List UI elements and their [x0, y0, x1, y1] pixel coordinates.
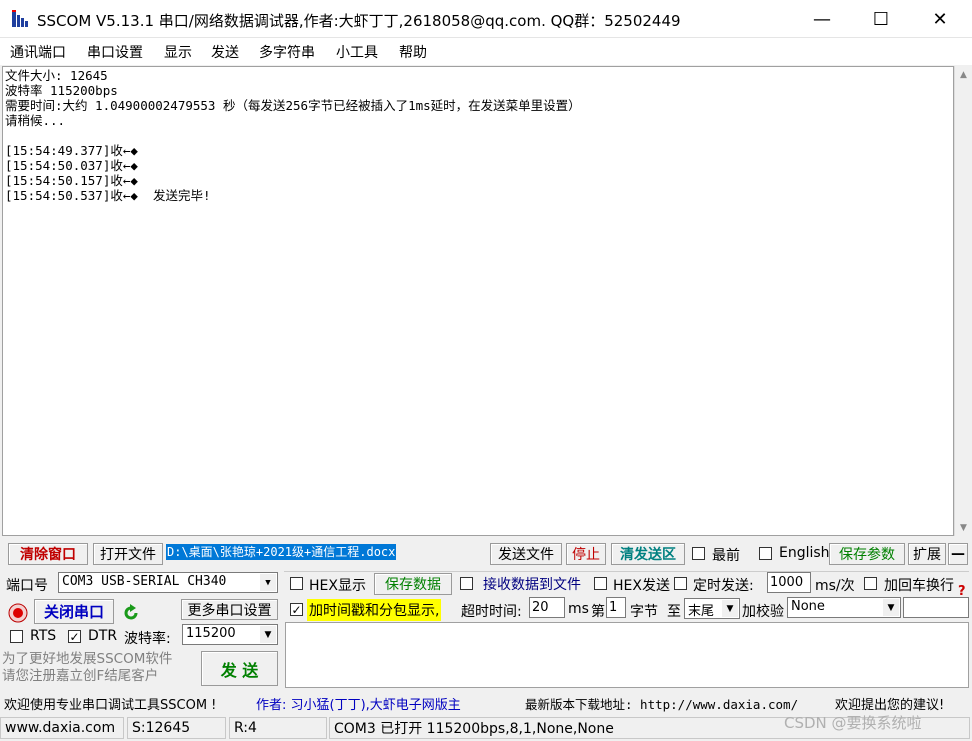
receive-text: 文件大小: 12645 波特率 115200bps 需要时间:大约 1.0490… — [5, 68, 581, 203]
port-select[interactable]: COM3 USB-SERIAL CH340 ▼ — [58, 572, 278, 593]
help-icon[interactable]: ? — [958, 584, 970, 599]
chevron-down-icon: ▼ — [260, 574, 276, 591]
checksum-label: 加校验 — [742, 604, 784, 620]
append-crlf-label: 加回车换行 — [884, 578, 954, 594]
byte-prefix-label: 第 — [591, 604, 605, 620]
feedback-text: 欢迎提出您的建议! — [835, 698, 945, 713]
baud-select[interactable]: 115200 ▼ — [182, 624, 278, 645]
hex-send-label: HEX发送 — [613, 578, 670, 594]
hex-display-label: HEX显示 — [309, 578, 366, 594]
timestamp-checkbox[interactable]: ✓ — [290, 603, 303, 616]
timed-unit-label: ms/次 — [815, 578, 855, 594]
dtr-checkbox[interactable]: ✓ — [68, 630, 81, 643]
save-data-button[interactable]: 保存数据 — [374, 573, 452, 595]
chevron-down-icon: ▼ — [260, 626, 276, 643]
app-icon — [12, 10, 28, 27]
receive-area[interactable]: 文件大小: 12645 波特率 115200bps 需要时间:大约 1.0490… — [2, 66, 954, 536]
author-link[interactable]: 作者: 习小猛(丁丁),大虾电子网版主 — [256, 694, 461, 713]
menu-multi-string[interactable]: 多字符串 — [259, 42, 315, 62]
rts-checkbox[interactable] — [10, 630, 23, 643]
topmost-label: 最前 — [712, 548, 740, 564]
english-checkbox[interactable] — [759, 547, 772, 560]
minimize-button[interactable]: — — [793, 0, 851, 38]
window-title: SSCOM V5.13.1 串口/网络数据调试器,作者:大虾丁丁,2618058… — [37, 12, 681, 30]
menu-help[interactable]: 帮助 — [399, 42, 427, 62]
refresh-icon[interactable] — [121, 603, 141, 623]
send-text-area[interactable] — [285, 622, 969, 688]
open-file-button[interactable]: 打开文件 — [93, 543, 163, 565]
close-port-button[interactable]: 关闭串口 — [34, 599, 114, 624]
end-select[interactable]: 末尾 ▼ — [684, 598, 740, 619]
topmost-checkbox[interactable] — [692, 547, 705, 560]
end-value: 末尾 — [688, 604, 715, 619]
append-crlf-checkbox[interactable] — [864, 577, 877, 590]
send-file-button[interactable]: 发送文件 — [490, 543, 562, 565]
expand-button[interactable]: 扩展 — [908, 543, 946, 565]
chevron-down-icon: ▼ — [722, 600, 738, 617]
timeout-unit-label: ms — [568, 601, 589, 617]
timeout-label: 超时时间: — [461, 604, 522, 620]
download-link[interactable]: 最新版本下载地址: http://www.daxia.com/ — [525, 694, 798, 713]
recv-to-file-label[interactable]: 接收数据到文件 — [478, 573, 586, 595]
to-label: 至 — [667, 604, 681, 620]
menu-tools[interactable]: 小工具 — [336, 42, 378, 62]
dtr-label: DTR — [88, 628, 118, 644]
timed-send-label: 定时发送: — [693, 578, 754, 594]
port-status-icon — [8, 603, 28, 623]
vertical-scrollbar[interactable]: ▲ ▼ — [954, 66, 971, 536]
hex-display-checkbox[interactable] — [290, 577, 303, 590]
checksum-result-field[interactable] — [903, 597, 969, 618]
watermark: CSDN @要换系统啦 — [784, 714, 922, 732]
hex-send-checkbox[interactable] — [594, 577, 607, 590]
clear-send-button[interactable]: 清发送区 — [611, 543, 685, 565]
menu-send[interactable]: 发送 — [211, 42, 239, 62]
status-sent-count: S:12645 — [127, 717, 226, 739]
timed-send-checkbox[interactable] — [674, 577, 687, 590]
port-label: 端口号 — [6, 578, 48, 594]
scroll-down-icon[interactable]: ▼ — [955, 519, 972, 536]
maximize-button[interactable]: ☐ — [852, 0, 910, 38]
status-site: www.daxia.com — [0, 717, 124, 739]
port-value: COM3 USB-SERIAL CH340 — [62, 574, 227, 589]
scroll-up-icon[interactable]: ▲ — [955, 66, 972, 83]
checksum-value: None — [791, 599, 825, 614]
stop-button[interactable]: 停止 — [566, 543, 606, 565]
timestamp-label: 加时间戳和分包显示, — [307, 599, 442, 621]
timed-interval-input[interactable]: 1000 — [767, 572, 811, 593]
close-button[interactable]: ✕ — [911, 0, 969, 38]
file-path-field[interactable]: D:\桌面\张艳琼+2021级+通信工程.docx — [166, 544, 397, 560]
clear-window-button[interactable]: 清除窗口 — [8, 543, 88, 565]
save-params-button[interactable]: 保存参数 — [829, 543, 905, 565]
english-label: English — [779, 545, 830, 561]
menu-comm-port[interactable]: 通讯端口 — [10, 42, 66, 62]
byte-suffix-label: 字节 — [630, 604, 658, 620]
chevron-down-icon: ▼ — [883, 599, 899, 616]
menu-serial-settings[interactable]: 串口设置 — [87, 42, 143, 62]
menu-display[interactable]: 显示 — [164, 42, 192, 62]
byte-index-input[interactable]: 1 — [606, 597, 626, 618]
baud-value: 115200 — [186, 626, 236, 641]
send-button[interactable]: 发 送 — [201, 651, 278, 686]
menu-bar — [0, 38, 972, 65]
baud-label: 波特率: — [124, 631, 171, 647]
collapse-button[interactable]: — — [948, 543, 968, 565]
recv-to-file-checkbox[interactable] — [460, 577, 473, 590]
welcome-text: 欢迎使用专业串口调试工具SSCOM ! — [4, 698, 217, 713]
rts-label: RTS — [30, 628, 57, 644]
more-settings-button[interactable]: 更多串口设置 — [181, 599, 278, 620]
checksum-select[interactable]: None ▼ — [787, 597, 901, 618]
promo-text[interactable]: 为了更好地发展SSCOM软件 请您注册嘉立创F结尾客户 — [2, 651, 198, 687]
status-recv-count: R:4 — [229, 717, 327, 739]
timeout-input[interactable]: 20 — [529, 597, 565, 618]
